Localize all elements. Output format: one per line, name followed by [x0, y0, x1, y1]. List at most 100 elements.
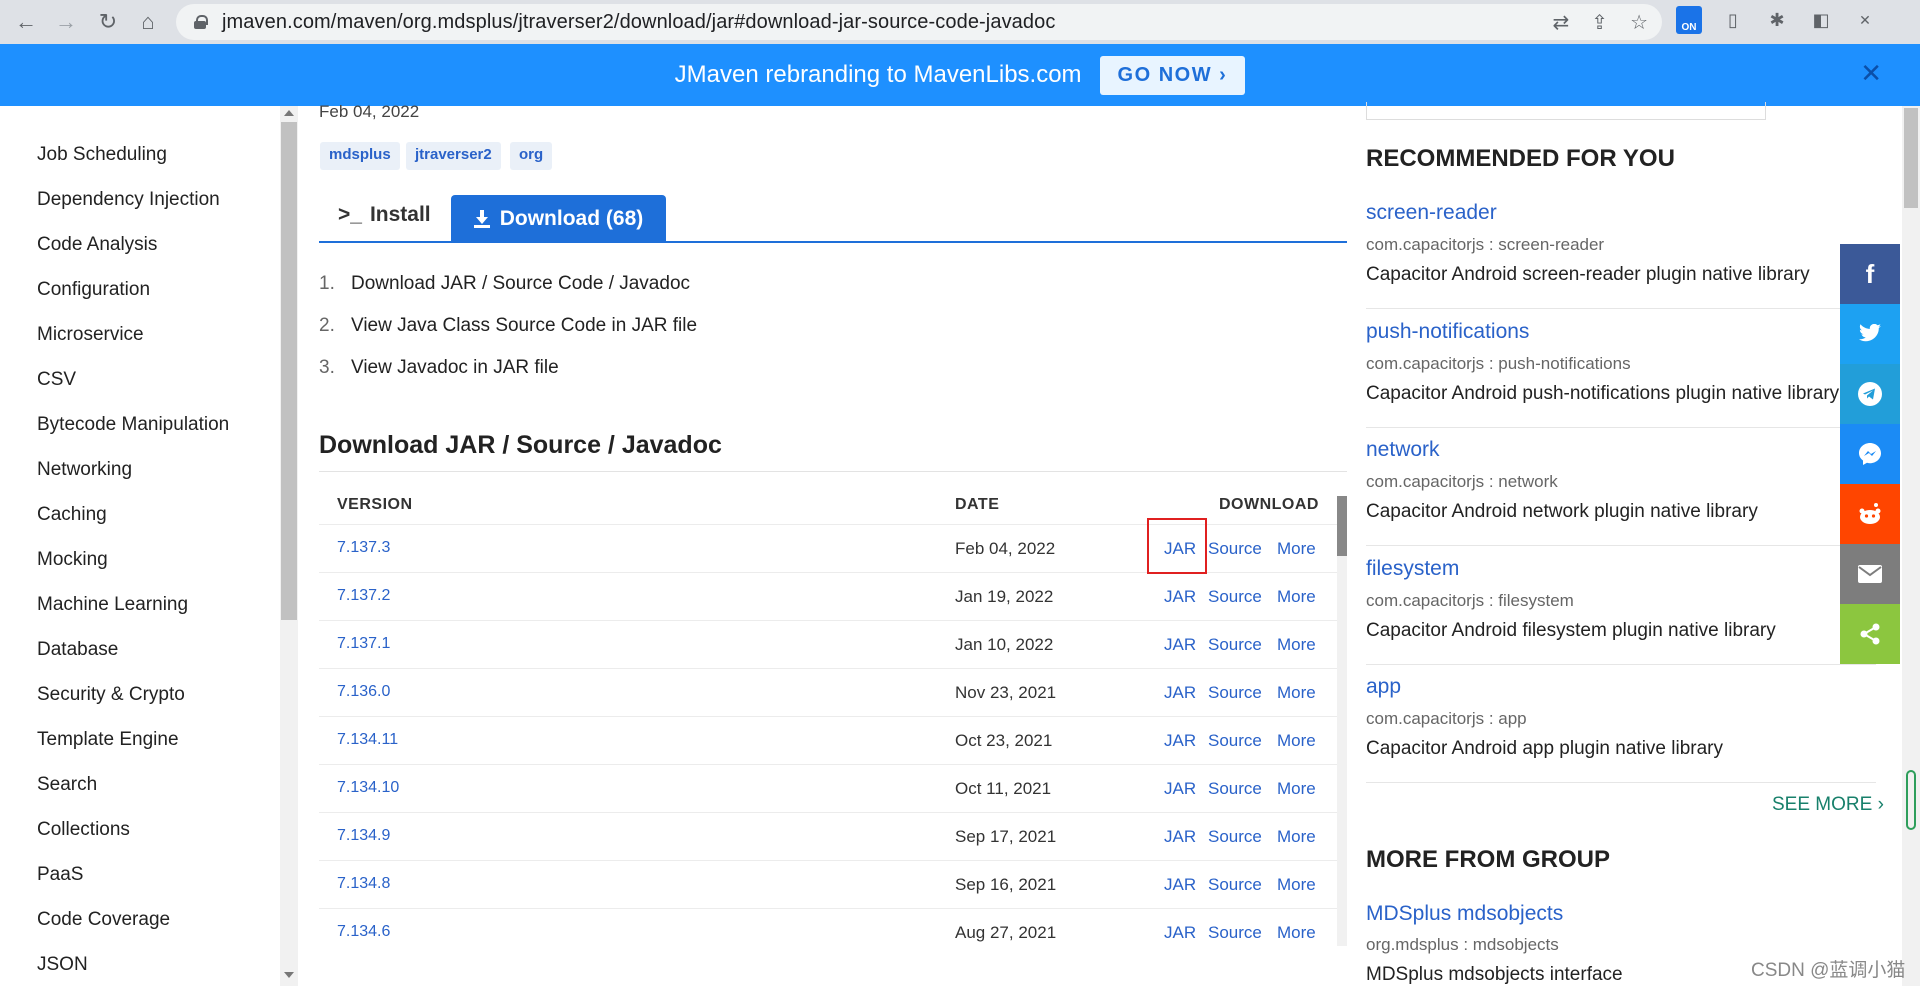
- jar-link[interactable]: JAR: [1164, 731, 1196, 751]
- source-link[interactable]: Source: [1208, 683, 1262, 703]
- sidebar-item[interactable]: PaaS: [37, 864, 83, 886]
- sidebar-item[interactable]: Code Analysis: [37, 234, 157, 256]
- generic-share-icon[interactable]: [1840, 604, 1900, 664]
- version-link[interactable]: 7.134.11: [337, 731, 398, 749]
- more-link[interactable]: More: [1277, 827, 1316, 847]
- back-arrow-icon[interactable]: ←: [6, 2, 46, 42]
- extension-on-icon[interactable]: ON: [1676, 6, 1702, 34]
- sidebar-item[interactable]: Template Engine: [37, 729, 179, 751]
- see-more-link[interactable]: SEE MORE ›: [1772, 794, 1884, 816]
- source-link[interactable]: Source: [1208, 923, 1262, 943]
- more-link[interactable]: More: [1277, 923, 1316, 943]
- source-link[interactable]: Source: [1208, 827, 1262, 847]
- sidebar-item[interactable]: Search: [37, 774, 97, 796]
- sidebar-item[interactable]: Code Coverage: [37, 909, 170, 931]
- tab-download[interactable]: Download (68): [451, 195, 666, 242]
- tag-org[interactable]: org: [510, 142, 553, 170]
- recommended-item-name[interactable]: screen-reader: [1366, 201, 1497, 225]
- source-link[interactable]: Source: [1208, 875, 1262, 895]
- version-link[interactable]: 7.136.0: [337, 683, 390, 701]
- list-item[interactable]: 3. View Javadoc in JAR file: [319, 357, 559, 379]
- translate-icon[interactable]: ⇄: [1553, 10, 1570, 35]
- email-share-icon[interactable]: [1840, 544, 1900, 604]
- version-link[interactable]: 7.134.6: [337, 923, 390, 941]
- more-link[interactable]: More: [1277, 635, 1316, 655]
- source-link[interactable]: Source: [1208, 539, 1262, 559]
- reddit-share-icon[interactable]: [1840, 484, 1900, 544]
- reload-icon[interactable]: ↻: [88, 2, 128, 42]
- home-icon[interactable]: ⌂: [128, 2, 168, 42]
- jar-link[interactable]: JAR: [1164, 587, 1196, 607]
- jar-link[interactable]: JAR: [1164, 827, 1196, 847]
- telegram-share-icon[interactable]: [1840, 364, 1900, 424]
- jar-link[interactable]: JAR: [1164, 635, 1196, 655]
- table-scroll-thumb[interactable]: [1337, 496, 1347, 556]
- sidebar-item[interactable]: Job Scheduling: [37, 144, 167, 166]
- jar-link[interactable]: JAR: [1164, 779, 1196, 799]
- sidebar-item[interactable]: Database: [37, 639, 118, 661]
- sidebar-item[interactable]: Microservice: [37, 324, 144, 346]
- star-icon[interactable]: ☆: [1630, 10, 1648, 35]
- go-now-button[interactable]: GO NOW ›: [1099, 55, 1246, 95]
- more-link[interactable]: More: [1277, 731, 1316, 751]
- sidebar-item[interactable]: Bytecode Manipulation: [37, 414, 229, 436]
- version-link[interactable]: 7.134.10: [337, 779, 399, 797]
- recommended-item-name[interactable]: push-notifications: [1366, 320, 1529, 344]
- list-item[interactable]: 2. View Java Class Source Code in JAR fil…: [319, 315, 697, 337]
- sidebar-item[interactable]: Configuration: [37, 279, 150, 301]
- source-link[interactable]: Source: [1208, 731, 1262, 751]
- release-date-cell: Jan 19, 2022: [955, 587, 1054, 606]
- lock-icon[interactable]: [194, 15, 208, 29]
- address-bar[interactable]: jmaven.com/maven/org.mdsplus/jtraverser2…: [176, 4, 1662, 40]
- recommended-item-name[interactable]: app: [1366, 675, 1401, 699]
- jar-link[interactable]: JAR: [1164, 923, 1196, 943]
- recommended-item-name[interactable]: filesystem: [1366, 557, 1459, 581]
- puzzle-icon[interactable]: ✱: [1764, 7, 1790, 33]
- banner-close-icon[interactable]: ✕: [1860, 58, 1882, 89]
- more-link[interactable]: More: [1277, 683, 1316, 703]
- more-link[interactable]: More: [1277, 587, 1316, 607]
- version-link[interactable]: 7.134.8: [337, 875, 390, 893]
- sidebar-item[interactable]: Collections: [37, 819, 130, 841]
- tag-jtraverser2[interactable]: jtraverser2: [406, 142, 501, 170]
- jar-link[interactable]: JAR: [1164, 683, 1196, 703]
- sidebar-item[interactable]: CSV: [37, 369, 76, 391]
- sidebar-item[interactable]: Dependency Injection: [37, 189, 220, 211]
- source-link[interactable]: Source: [1208, 635, 1262, 655]
- sidebar-item[interactable]: Security & Crypto: [37, 684, 185, 706]
- sidebar-scroll-thumb[interactable]: [281, 122, 297, 620]
- sidebar-scroll-up-icon[interactable]: [284, 110, 294, 116]
- sidepanel-icon[interactable]: ◧: [1808, 7, 1834, 33]
- sidebar-item[interactable]: JSON: [37, 954, 88, 976]
- group-item-name[interactable]: MDSplus mdsobjects: [1366, 902, 1563, 926]
- version-link[interactable]: 7.137.2: [337, 587, 390, 605]
- tag-mdsplus[interactable]: mdsplus: [320, 142, 400, 170]
- version-link[interactable]: 7.137.1: [337, 635, 390, 653]
- sidebar-item[interactable]: Mocking: [37, 549, 108, 571]
- sidebar-item[interactable]: Machine Learning: [37, 594, 188, 616]
- recommended-item-name[interactable]: network: [1366, 438, 1440, 462]
- page-scrollbar[interactable]: [1902, 106, 1920, 986]
- forward-arrow-icon[interactable]: →: [46, 2, 86, 42]
- sidebar-scroll-down-icon[interactable]: [284, 972, 294, 978]
- page-scroll-thumb[interactable]: [1904, 108, 1918, 208]
- messenger-share-icon[interactable]: [1840, 424, 1900, 484]
- version-link[interactable]: 7.134.9: [337, 827, 390, 845]
- source-link[interactable]: Source: [1208, 587, 1262, 607]
- list-item[interactable]: 1. Download JAR / Source Code / Javadoc: [319, 273, 690, 295]
- sidebar-item[interactable]: Caching: [37, 504, 107, 526]
- source-link[interactable]: Source: [1208, 779, 1262, 799]
- more-link[interactable]: More: [1277, 875, 1316, 895]
- more-link[interactable]: More: [1277, 779, 1316, 799]
- tab-install[interactable]: >_ Install: [338, 203, 431, 227]
- version-link[interactable]: 7.137.3: [337, 539, 390, 557]
- facebook-share-icon[interactable]: f: [1840, 244, 1900, 304]
- more-link[interactable]: More: [1277, 539, 1316, 559]
- twitter-share-icon[interactable]: [1840, 304, 1900, 364]
- document-icon[interactable]: ▯: [1720, 7, 1746, 33]
- close-icon[interactable]: ✕: [1852, 7, 1878, 33]
- share-page-icon[interactable]: ⇪: [1591, 10, 1608, 35]
- table-scrollbar[interactable]: [1337, 496, 1347, 946]
- sidebar-item[interactable]: Networking: [37, 459, 132, 481]
- jar-link[interactable]: JAR: [1164, 875, 1196, 895]
